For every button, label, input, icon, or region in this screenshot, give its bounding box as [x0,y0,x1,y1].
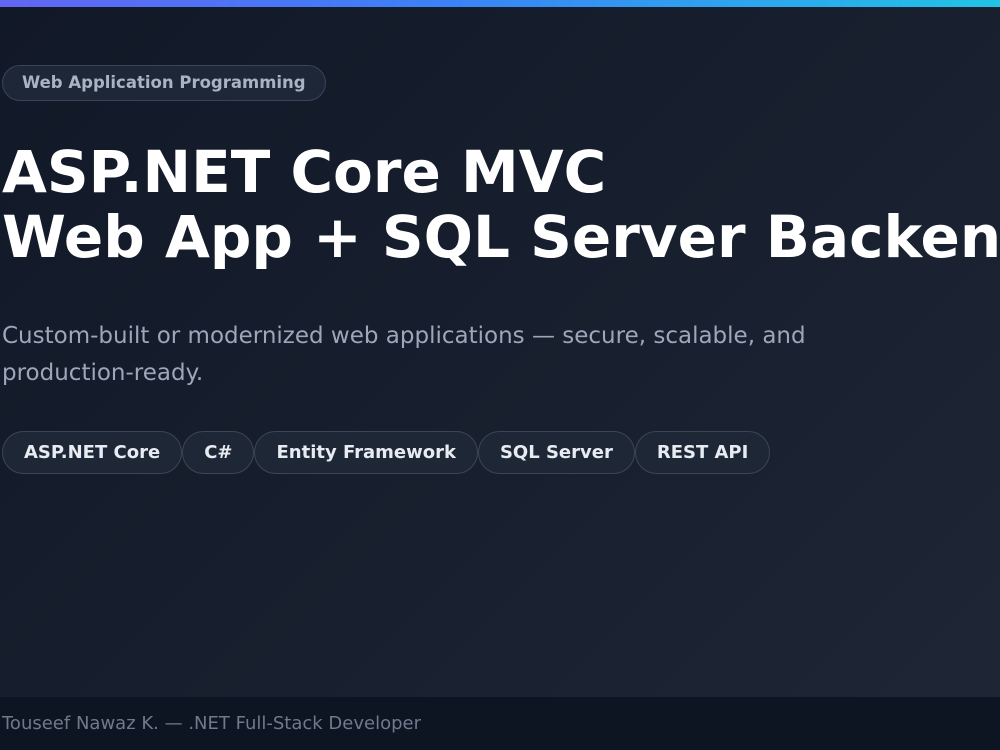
tag-sql-server: SQL Server [477,431,635,474]
category-badge: Web Application Programming [2,65,326,101]
page-title-line-1: ASP.NET Core MVC [2,138,607,206]
tag-entity-framework: Entity Framework [254,431,478,474]
description-text: Custom-built or modernized web applicati… [2,323,806,386]
technology-tags: ASP.NET Core C# Entity Framework SQL Ser… [2,431,771,474]
author-footer: Touseef Nawaz K. — .NET Full-Stack Devel… [0,697,1000,750]
tag-rest-api: REST API [634,431,771,474]
page-title: ASP.NET Core MVC Web App + SQL Server Ba… [2,140,1000,270]
tag-csharp: C# [182,431,255,474]
tag-aspnet-core: ASP.NET Core [2,431,183,474]
page-title-line-2: Web App + SQL Server Backend [2,203,1000,271]
top-accent-bar [0,0,1000,7]
